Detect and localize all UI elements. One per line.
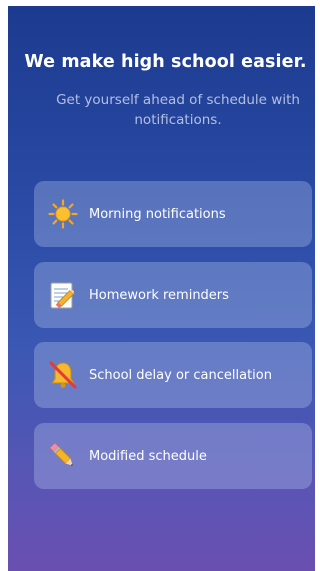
option-homework-reminders[interactable]: Homework reminders <box>34 262 312 328</box>
option-label: Homework reminders <box>89 287 229 303</box>
page-subtitle: Get yourself ahead of schedule with noti… <box>56 92 300 128</box>
onboarding-screen: We make high school easier. Get yourself… <box>8 6 315 571</box>
memo-icon <box>48 280 78 310</box>
option-modified-schedule[interactable]: Modified schedule <box>34 423 312 489</box>
option-label: Modified schedule <box>89 448 207 464</box>
bell-off-icon <box>48 360 78 390</box>
page-title: We make high school easier. <box>24 52 307 72</box>
option-morning-notifications[interactable]: Morning notifications <box>34 181 312 247</box>
sun-icon <box>48 199 78 229</box>
option-label: School delay or cancellation <box>89 367 272 383</box>
pencil-icon <box>48 441 78 471</box>
option-label: Morning notifications <box>89 206 226 222</box>
option-school-delay[interactable]: School delay or cancellation <box>34 342 312 408</box>
